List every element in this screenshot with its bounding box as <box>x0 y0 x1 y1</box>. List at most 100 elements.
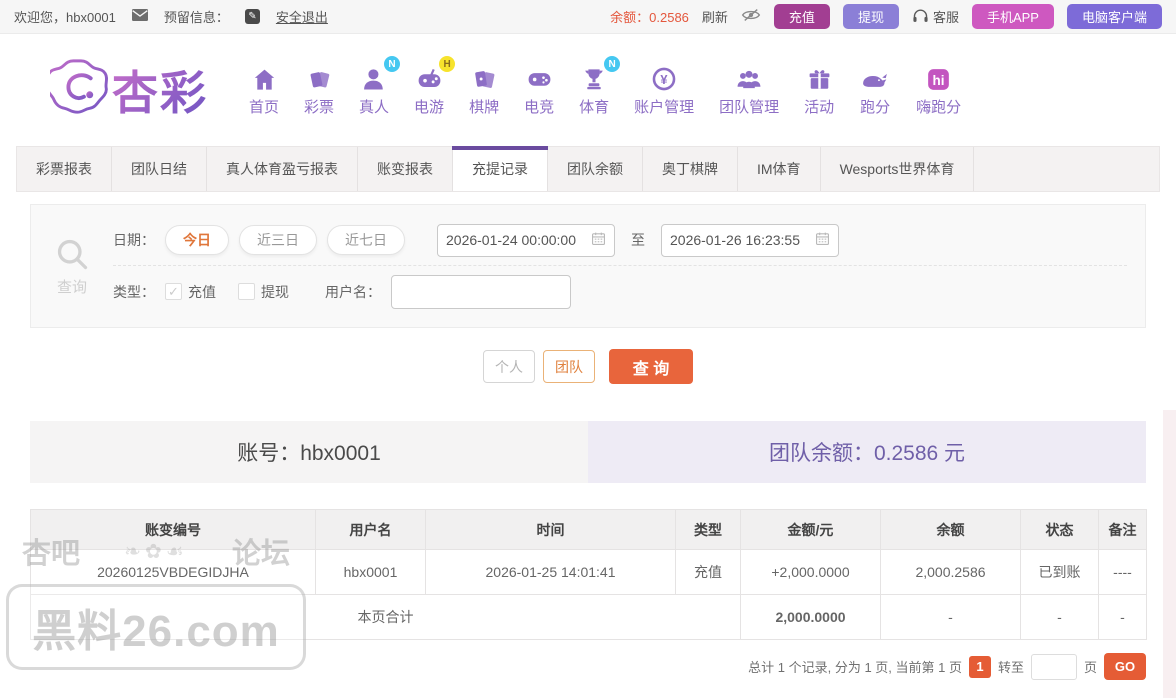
col-time: 时间 <box>425 509 676 550</box>
username-input[interactable] <box>391 274 571 309</box>
cell-username: hbx0001 <box>315 549 426 595</box>
lottery-ticket-icon <box>306 63 333 93</box>
date-range-to-label: 至 <box>631 232 645 248</box>
table-summary-row: 本页合计 2,000.0000 - - - <box>30 594 1147 640</box>
logo-flower-icon <box>46 57 112 124</box>
nav-item-slots[interactable]: H 电游 <box>414 56 456 117</box>
logout-link[interactable]: 安全退出 <box>276 7 328 26</box>
username-label: 用户名： <box>325 283 381 300</box>
cell-type: 充值 <box>675 549 741 595</box>
withdraw-checkbox[interactable] <box>238 283 255 300</box>
nav-item-account[interactable]: ¥ 账户管理 <box>634 63 694 117</box>
cell-amount: +2,000.0000 <box>740 549 881 595</box>
pc-client-button[interactable]: 电脑客户端 <box>1066 4 1162 29</box>
customer-service-link[interactable]: 客服 <box>912 7 959 26</box>
yuan-coin-icon: ¥ <box>650 63 678 93</box>
edit-icon[interactable]: ✎ <box>244 9 260 24</box>
nav-item-live[interactable]: N 真人 <box>359 56 401 117</box>
cell-note: ---- <box>1098 549 1147 595</box>
brand-logo[interactable]: 杏彩 <box>46 57 208 124</box>
actions-row: 个人 团队 查 询 <box>0 349 1176 384</box>
goto-page-input[interactable] <box>1030 653 1077 680</box>
report-tabbar: 彩票报表 团队日结 真人体育盈亏报表 账变报表 充提记录 团队余额 奥丁棋牌 I… <box>16 146 1160 192</box>
date-to-input[interactable]: 2026-01-26 16:23:55 <box>661 223 839 257</box>
team-button[interactable]: 团队 <box>543 350 595 383</box>
withdraw-button[interactable]: 提现 <box>842 4 899 29</box>
tab-aoding-cards[interactable]: 奥丁棋牌 <box>643 147 738 191</box>
goto-label: 转至 <box>997 660 1024 675</box>
main-nav: 首页 彩票 N 真人 H 电游 棋牌 电竞 N 体育 ¥ 账户管理 团队管理 活… <box>224 56 961 117</box>
nav-item-hi-paofen[interactable]: hi 嗨跑分 <box>916 63 961 117</box>
date-from-input[interactable]: 2026-01-24 00:00:00 <box>437 223 615 257</box>
summary-note: - <box>1098 594 1147 640</box>
tab-deposit-withdraw-records[interactable]: 充提记录 <box>452 146 548 191</box>
tab-team-balance[interactable]: 团队余额 <box>548 147 643 191</box>
balance-value: 0.2586 <box>649 10 689 25</box>
cell-change-id: 20260125VBDEGIDJHA <box>30 549 316 595</box>
account-summary-bar: 账号：hbx0001 团队余额：0.2586 元 <box>30 421 1146 483</box>
col-type: 类型 <box>675 509 741 550</box>
brand-name: 杏彩 <box>112 57 208 123</box>
tab-lottery-report[interactable]: 彩票报表 <box>17 147 112 191</box>
cell-time: 2026-01-25 14:01:41 <box>425 549 676 595</box>
right-edge-strip <box>1163 410 1176 698</box>
pagination-info: 总计 1 个记录, 分为 1 页, 当前第 1 页 <box>748 660 962 675</box>
date-from-value: 2026-01-24 00:00:00 <box>446 232 576 248</box>
pagination: 总计 1 个记录, 分为 1 页, 当前第 1 页 1 转至 页 GO <box>30 653 1146 680</box>
personal-button[interactable]: 个人 <box>483 350 535 383</box>
summary-status: - <box>1020 594 1099 640</box>
nav-item-cards[interactable]: 棋牌 <box>469 63 499 117</box>
col-note: 备注 <box>1098 509 1147 550</box>
tab-account-changes[interactable]: 账变报表 <box>358 147 453 191</box>
svg-text:¥: ¥ <box>661 72 669 87</box>
search-block-label: 查询 <box>56 278 87 296</box>
recharge-checkbox[interactable]: ✓ <box>165 283 182 300</box>
header: 杏彩 首页 彩票 N 真人 H 电游 棋牌 电竞 N 体育 ¥ 账户管理 团队管… <box>0 34 1176 146</box>
date-label: 日期： <box>113 232 155 248</box>
new-badge: N <box>604 56 621 72</box>
tab-im-sports[interactable]: IM体育 <box>738 147 821 191</box>
search-block[interactable]: 查询 <box>31 215 113 317</box>
nav-item-home[interactable]: 首页 <box>249 63 279 117</box>
calendar-icon[interactable] <box>815 231 830 249</box>
calendar-icon[interactable] <box>591 231 606 249</box>
tab-team-daily[interactable]: 团队日结 <box>112 147 207 191</box>
filter-panel: 查询 日期： 今日 近三日 近七日 2026-01-24 00:00:00 至 … <box>30 204 1146 328</box>
table-header-row: 账变编号 用户名 时间 类型 金额/元 余额 状态 备注 <box>30 509 1147 550</box>
preset-last-3-days[interactable]: 近三日 <box>239 225 317 255</box>
date-to-value: 2026-01-26 16:23:55 <box>670 232 800 248</box>
col-balance: 余额 <box>880 509 1021 550</box>
headset-icon <box>912 8 929 26</box>
query-button[interactable]: 查 询 <box>609 349 693 384</box>
nav-item-paofen[interactable]: 跑分 <box>859 63 891 117</box>
message-icon[interactable] <box>131 9 148 24</box>
mobile-app-button[interactable]: 手机APP <box>971 4 1054 29</box>
nav-item-sports[interactable]: N 体育 <box>579 56 621 117</box>
nav-item-activity[interactable]: 活动 <box>804 63 834 117</box>
preset-today[interactable]: 今日 <box>165 225 229 255</box>
svg-text:hi: hi <box>933 73 945 88</box>
records-table: 账变编号 用户名 时间 类型 金额/元 余额 状态 备注 20260125VBD… <box>30 509 1147 640</box>
tab-wesports[interactable]: Wesports世界体育 <box>821 147 975 191</box>
summary-balance: - <box>880 594 1021 640</box>
account-number: 账号：hbx0001 <box>30 421 588 483</box>
recharge-button[interactable]: 充值 <box>773 4 830 29</box>
nav-item-lottery[interactable]: 彩票 <box>304 63 334 117</box>
col-amount: 金额/元 <box>740 509 881 550</box>
reserved-info-label: 预留信息： <box>163 10 229 25</box>
eye-off-icon[interactable] <box>741 7 761 26</box>
welcome-text: 欢迎您，hbx0001 <box>14 10 116 25</box>
refresh-link[interactable]: 刷新 <box>702 7 728 26</box>
nav-item-team[interactable]: 团队管理 <box>719 63 779 117</box>
preset-last-7-days[interactable]: 近七日 <box>327 225 405 255</box>
cell-balance: 2,000.2586 <box>880 549 1021 595</box>
hot-badge: H <box>439 56 456 72</box>
withdraw-checkbox-wrap[interactable]: 提现 <box>238 282 289 302</box>
go-button[interactable]: GO <box>1104 653 1146 680</box>
page-1-button[interactable]: 1 <box>968 655 991 678</box>
gift-icon <box>806 63 833 93</box>
new-badge: N <box>384 56 401 72</box>
nav-item-esports[interactable]: 电竞 <box>524 63 554 117</box>
recharge-checkbox-wrap[interactable]: ✓ 充值 <box>165 282 216 302</box>
tab-live-sports-pnl[interactable]: 真人体育盈亏报表 <box>207 147 358 191</box>
